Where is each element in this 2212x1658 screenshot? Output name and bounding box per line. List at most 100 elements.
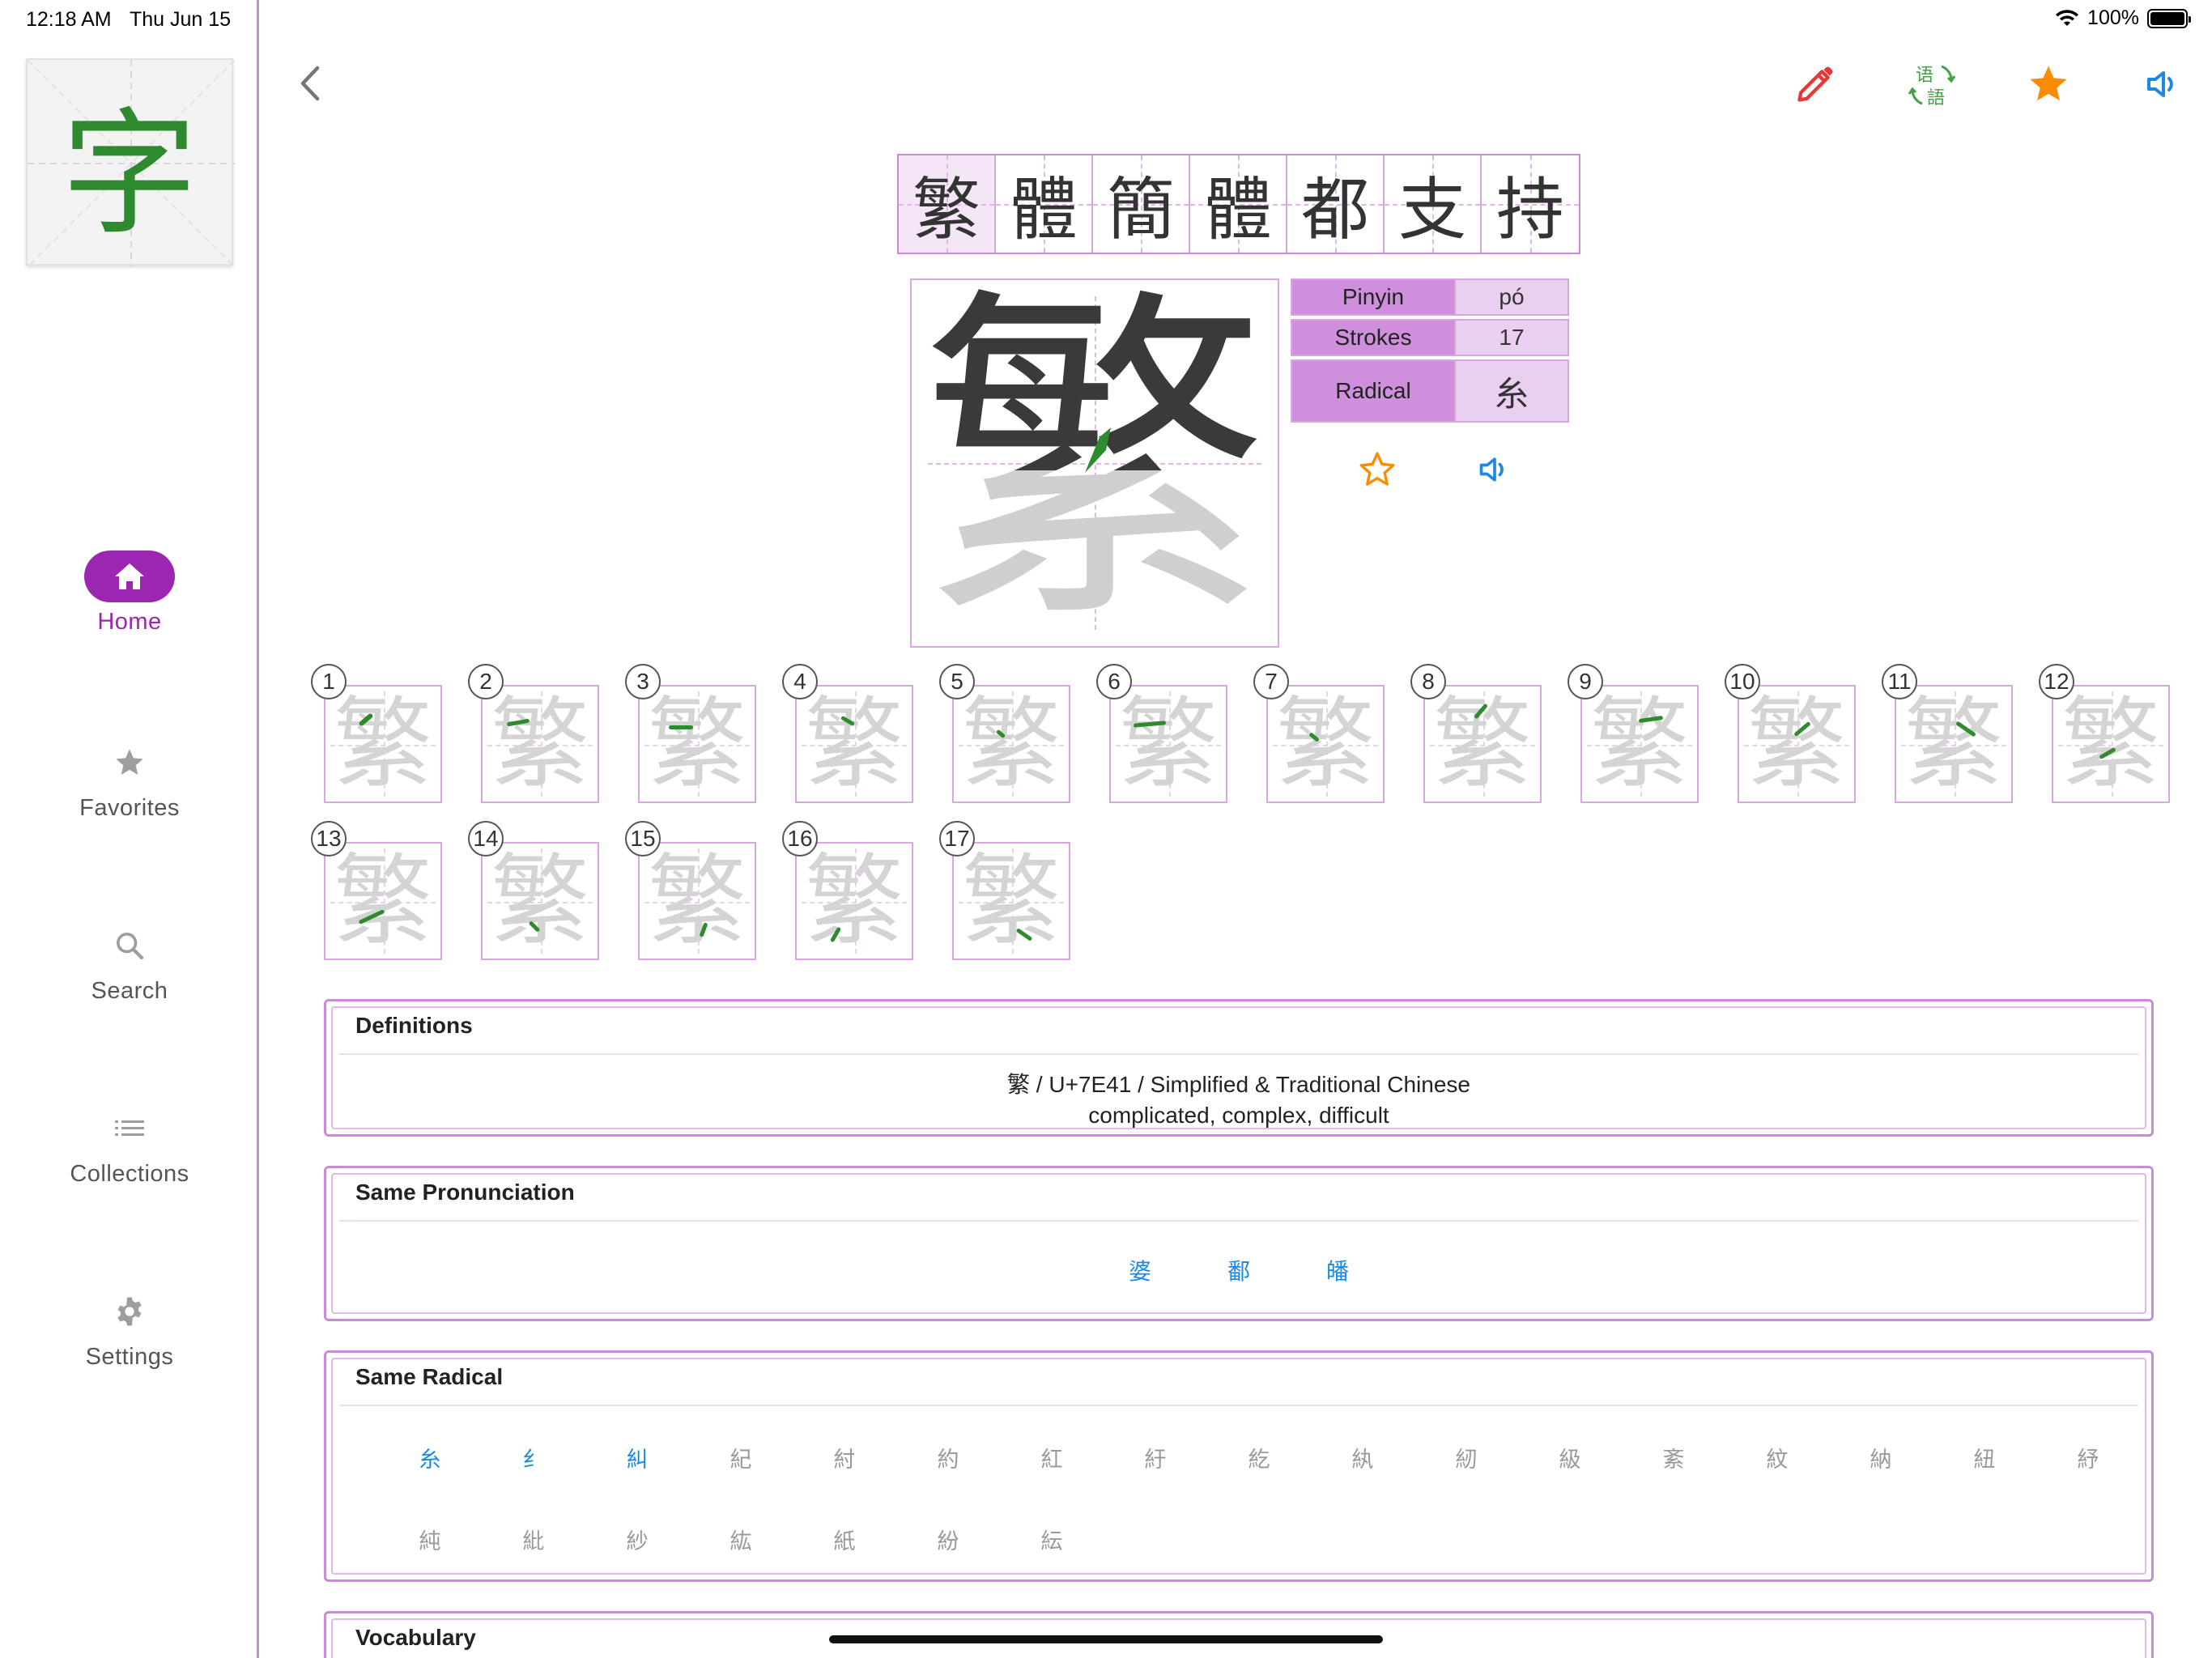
header-char[interactable]: 支	[1385, 155, 1482, 253]
stroke-animation-canvas[interactable]: 繁 繁	[910, 278, 1279, 648]
stroke-step-number: 17	[939, 821, 975, 857]
same-pronunciation-char[interactable]: 婆	[1129, 1254, 1151, 1286]
settings-pill[interactable]	[84, 1286, 175, 1337]
pronounce-button[interactable]	[1472, 447, 1517, 492]
stroke-step-cell[interactable]: 繁	[1109, 685, 1227, 803]
strokes-label: Strokes	[1291, 319, 1456, 356]
same-radical-char[interactable]: 紘	[689, 1524, 793, 1555]
sidebar-item-settings[interactable]: Settings	[0, 1286, 259, 1371]
sidebar-item-collections[interactable]: Collections	[0, 1103, 259, 1188]
edit-button[interactable]	[1789, 58, 1841, 110]
stroke-step-cell[interactable]: 繁	[952, 685, 1070, 803]
same-radical-char[interactable]: 纟	[482, 1442, 585, 1473]
stroke-step-cell[interactable]: 繁	[481, 842, 599, 960]
same-radical-char[interactable]: 糸	[378, 1442, 482, 1473]
same-radical-char[interactable]: 約	[896, 1442, 1000, 1473]
sidebar-item-search[interactable]: Search	[0, 920, 259, 1005]
stroke-step-glyph: 繁	[805, 844, 904, 959]
vocabulary-title: Vocabulary	[355, 1625, 476, 1650]
header-char[interactable]: 體	[996, 155, 1093, 253]
same-radical-char[interactable]: 紐	[1933, 1442, 2036, 1473]
vocabulary-panel: Vocabulary	[324, 1611, 2154, 1658]
stroke-step-glyph: 繁	[962, 687, 1061, 801]
add-favorite-button[interactable]	[1355, 447, 1400, 492]
stroke-step-cell[interactable]: 繁	[1580, 685, 1699, 803]
same-radical-char[interactable]: 紀	[689, 1442, 793, 1473]
stroke-step-number: 3	[625, 664, 661, 699]
speaker-button[interactable]	[2138, 58, 2189, 110]
home-pill[interactable]	[84, 551, 175, 602]
stroke-step-cell[interactable]: 繁	[324, 685, 442, 803]
same-radical-char[interactable]: 紋	[1725, 1442, 1829, 1473]
header-char-glyph: 支	[1397, 169, 1466, 249]
stroke-step-glyph: 繁	[1590, 687, 1689, 801]
header-char[interactable]: 持	[1482, 155, 1579, 253]
header-char[interactable]: 簡	[1093, 155, 1190, 253]
same-radical-char[interactable]: 紈	[1311, 1442, 1414, 1473]
app-logo: 字	[26, 58, 235, 267]
same-radical-char[interactable]: 級	[1518, 1442, 1622, 1473]
favorites-pill[interactable]	[84, 737, 175, 789]
same-pronunciation-char[interactable]: 皤	[1326, 1254, 1349, 1286]
same-radical-char[interactable]: 紂	[793, 1442, 896, 1473]
sidebar-label-home: Home	[97, 609, 162, 635]
stroke-step-cell[interactable]: 繁	[481, 685, 599, 803]
same-radical-char[interactable]: 純	[378, 1524, 482, 1555]
sidebar: 字 Home Favorites Search Collections Sett…	[0, 0, 259, 1658]
same-radical-char[interactable]: 紓	[2036, 1442, 2140, 1473]
star-outline-icon	[1359, 452, 1395, 486]
same-radical-char[interactable]: 紅	[1000, 1442, 1104, 1473]
stroke-step-cell[interactable]: 繁	[638, 842, 756, 960]
same-radical-char[interactable]: 紆	[1104, 1442, 1207, 1473]
same-radical-char[interactable]: 紉	[1414, 1442, 1518, 1473]
stroke-step-cell[interactable]: 繁	[795, 685, 913, 803]
sidebar-item-favorites[interactable]: Favorites	[0, 737, 259, 822]
stroke-step-cell[interactable]: 繁	[1895, 685, 2013, 803]
same-pronunciation-title: Same Pronunciation	[355, 1180, 575, 1205]
stroke-step-cell[interactable]: 繁	[795, 842, 913, 960]
same-radical-char[interactable]: 紜	[1000, 1524, 1104, 1555]
same-pronunciation-list: 婆 鄱 皤	[326, 1254, 2151, 1286]
same-radical-char[interactable]: 紛	[896, 1524, 1000, 1555]
star-icon	[116, 749, 143, 775]
same-radical-char[interactable]: 紇	[1207, 1442, 1311, 1473]
search-icon	[117, 933, 144, 960]
header-char[interactable]: 都	[1287, 155, 1385, 253]
same-radical-char[interactable]: 紗	[585, 1524, 689, 1555]
stroke-step-cell[interactable]: 繁	[1738, 685, 1856, 803]
back-chevron-icon[interactable]	[291, 63, 332, 104]
stroke-step-cell[interactable]: 繁	[952, 842, 1070, 960]
same-radical-char[interactable]: 紊	[1622, 1442, 1725, 1473]
header-char-glyph: 持	[1495, 169, 1564, 249]
definition-meaning-line: complicated, complex, difficult	[1088, 1103, 1389, 1128]
stroke-step-cell[interactable]: 繁	[324, 842, 442, 960]
header-char[interactable]: 繁	[899, 155, 996, 253]
header-char[interactable]: 體	[1190, 155, 1287, 253]
stroke-step-number: 4	[782, 664, 818, 699]
stroke-step-glyph: 繁	[1276, 687, 1375, 801]
sidebar-item-home[interactable]: Home	[0, 551, 259, 636]
stroke-step-number: 12	[2039, 664, 2074, 699]
sidebar-label-collections: Collections	[70, 1161, 189, 1187]
stroke-step-cell[interactable]: 繁	[1423, 685, 1542, 803]
stroke-step-glyph: 繁	[491, 687, 589, 801]
stroke-step-glyph: 繁	[334, 844, 432, 959]
collections-pill[interactable]	[84, 1103, 175, 1154]
pinyin-label: Pinyin	[1291, 278, 1456, 316]
stroke-step-cell[interactable]: 繁	[1266, 685, 1385, 803]
search-pill[interactable]	[84, 920, 175, 971]
language-convert-button[interactable]: 语 語	[1906, 58, 1958, 110]
same-radical-char[interactable]: 紕	[482, 1524, 585, 1555]
stroke-step-glyph: 繁	[2061, 687, 2160, 801]
sidebar-label-favorites: Favorites	[79, 795, 180, 821]
same-pronunciation-char[interactable]: 鄱	[1227, 1254, 1250, 1286]
stroke-step-number: 11	[1882, 664, 1917, 699]
favorite-button[interactable]	[2023, 58, 2074, 110]
gear-icon	[117, 1297, 142, 1326]
pencil-icon	[1797, 66, 1833, 102]
same-radical-char[interactable]: 紙	[793, 1524, 896, 1555]
stroke-step-cell[interactable]: 繁	[638, 685, 756, 803]
same-radical-char[interactable]: 納	[1829, 1442, 1933, 1473]
same-radical-char[interactable]: 糾	[585, 1442, 689, 1473]
stroke-step-cell[interactable]: 繁	[2052, 685, 2170, 803]
